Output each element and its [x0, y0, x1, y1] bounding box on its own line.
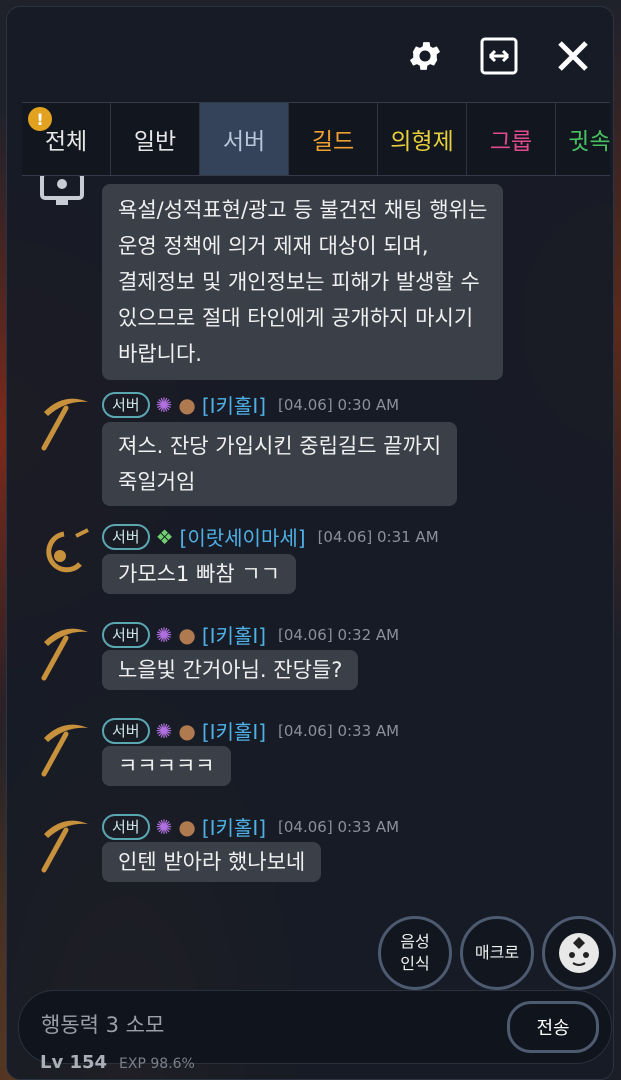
macro-button[interactable]: 매크로	[460, 916, 534, 990]
character-portrait-icon: ●	[178, 622, 196, 647]
chat-toolbar	[405, 36, 593, 76]
guild-emblem-icon: ✺	[155, 392, 173, 417]
emoji-face-icon	[559, 933, 599, 973]
sender-name[interactable]: [I키홀I]	[202, 812, 266, 841]
character-portrait-icon: ●	[178, 814, 196, 839]
message-bubble: ㅋㅋㅋㅋㅋ	[102, 746, 231, 786]
tab-general[interactable]: 일반	[111, 103, 200, 175]
message-time: [04.06] 0:30 AM	[278, 395, 400, 414]
chat-input[interactable]: 행동력 3 소모	[41, 1009, 164, 1039]
message-time: [04.06] 0:33 AM	[278, 721, 400, 740]
tab-guild[interactable]: 길드	[289, 103, 378, 175]
player-level: Lv 154 EXP 98.6%	[40, 1052, 195, 1073]
tab-all[interactable]: ! 전체	[22, 103, 111, 175]
scorpion-avatar-icon	[36, 526, 92, 586]
server-badge: 서버	[102, 813, 150, 840]
message-time: [04.06] 0:32 AM	[278, 625, 400, 644]
server-badge: 서버	[102, 523, 150, 550]
pickaxe-avatar-icon	[36, 624, 92, 684]
message-meta: 서버 ✺ ● [I키홀I] [04.06] 0:32 AM	[102, 620, 399, 649]
tab-brotherhood[interactable]: 의형제	[378, 103, 467, 175]
server-badge: 서버	[102, 391, 150, 418]
server-badge: 서버	[102, 621, 150, 648]
voice-recognition-button[interactable]: 음성 인식	[378, 916, 452, 990]
pickaxe-avatar-icon	[36, 394, 92, 454]
send-button[interactable]: 전송	[507, 1001, 599, 1053]
message-bubble: 노을빛 간거아님. 잔당들?	[102, 650, 359, 690]
sender-name[interactable]: [I키홀I]	[202, 716, 266, 745]
message-meta: 서버 ✺ ● [I키홀I] [04.06] 0:33 AM	[102, 716, 399, 745]
close-icon[interactable]	[553, 36, 593, 76]
sender-name[interactable]: [I키홀I]	[202, 620, 266, 649]
settings-gear-icon[interactable]	[405, 36, 445, 76]
chat-message-list[interactable]: 욕설/성적표현/광고 등 불건전 채팅 행위는 운영 정책에 의거 제재 대상이…	[22, 176, 610, 906]
character-portrait-icon: ●	[178, 718, 196, 743]
message-meta: 서버 ✺ ● [I키홀I] [04.06] 0:33 AM	[102, 812, 399, 841]
message-meta: 서버 ✺ ● [I키홀I] [04.06] 0:30 AM	[102, 390, 399, 419]
sender-name[interactable]: [이랏세이마세]	[180, 522, 306, 551]
guild-emblem-icon: ✺	[155, 622, 173, 647]
sender-name[interactable]: [I키홀I]	[202, 390, 266, 419]
tab-group[interactable]: 그룹	[467, 103, 556, 175]
system-monitor-icon	[36, 176, 92, 232]
message-bubble: 가모스1 빠참 ㄱㄱ	[102, 554, 296, 594]
message-time: [04.06] 0:33 AM	[278, 817, 400, 836]
alert-badge: !	[28, 107, 52, 131]
guild-emblem-icon: ✺	[155, 814, 173, 839]
tab-whisper[interactable]: 귓속말	[556, 103, 610, 175]
pickaxe-avatar-icon	[36, 720, 92, 780]
message-meta: 서버 ❖ [이랏세이마세] [04.06] 0:31 AM	[102, 522, 439, 551]
system-message-bubble: 욕설/성적표현/광고 등 불건전 채팅 행위는 운영 정책에 의거 제재 대상이…	[102, 184, 504, 380]
chat-channel-tabs: !전체 일반 서버 길드 의형제 그룹 귓속말	[22, 102, 610, 176]
emoji-button[interactable]	[542, 916, 616, 990]
message-bubble: 인텐 받아라 했나보네	[102, 842, 322, 882]
guild-emblem-icon: ✺	[155, 718, 173, 743]
character-portrait-icon: ●	[178, 392, 196, 417]
guild-emblem-icon: ❖	[155, 524, 174, 549]
message-time: [04.06] 0:31 AM	[317, 527, 439, 546]
message-bubble: 져스. 잔당 가입시킨 중립길드 끝까지 죽일거임	[102, 422, 458, 506]
expand-width-icon[interactable]	[479, 36, 519, 76]
server-badge: 서버	[102, 717, 150, 744]
tab-server[interactable]: 서버	[200, 103, 289, 175]
pickaxe-avatar-icon	[36, 816, 92, 876]
